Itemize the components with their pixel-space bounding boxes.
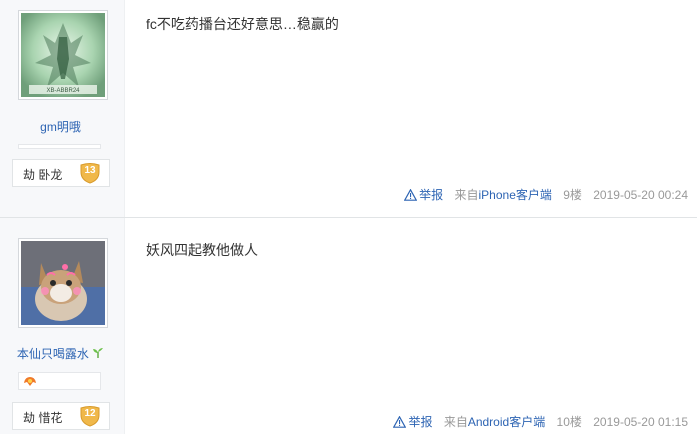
post-content: fc不吃药播台还好意思…稳赢的 (146, 16, 339, 32)
report-label: 举报 (408, 415, 433, 429)
warning-icon (393, 415, 407, 428)
post-content: 妖风四起教他做人 (146, 242, 258, 258)
sprout-icon (93, 348, 104, 358)
source-prefix: 来自 (454, 188, 479, 202)
username[interactable]: gm明哦 (0, 118, 121, 135)
level-shield-icon: 12 (79, 405, 101, 427)
post-floor-10: 本仙只喝露水 劫 惜花 12 妖风四起教他做人 举报 来自Android客户端 … (0, 218, 697, 434)
report-label: 举报 (419, 188, 444, 202)
source-prefix: 来自 (443, 415, 468, 429)
user-level-badge[interactable]: 劫 卧龙 13 (12, 159, 110, 187)
level-shield-icon: 13 (79, 162, 101, 184)
level-title: 劫 卧龙 (23, 168, 63, 182)
report-link[interactable]: 举报 (393, 414, 432, 430)
post-timestamp: 2019-05-20 00:24 (593, 188, 688, 202)
medal-icon (24, 377, 36, 386)
avatar-image: XB-ABBR24 (21, 13, 105, 97)
username-text: 本仙只喝露水 (16, 347, 89, 361)
level-title: 劫 惜花 (23, 411, 63, 425)
username[interactable]: 本仙只喝露水 (0, 345, 121, 362)
post-meta: 举报 来自iPhone客户端 9楼 2019-05-20 00:24 (403, 187, 688, 203)
post-floor-9: XB-ABBR24 gm明哦 劫 卧龙 13 fc不吃药播台还好意思…稳赢的 举… (0, 0, 697, 217)
post-meta: 举报 来自Android客户端 10楼 2019-05-20 01:15 (393, 414, 688, 430)
author-sidebar: XB-ABBR24 gm明哦 劫 卧龙 13 (0, 0, 125, 217)
avatar[interactable]: XB-ABBR24 (18, 10, 108, 100)
user-medal-bar (18, 144, 101, 149)
report-link[interactable]: 举报 (403, 187, 444, 203)
author-sidebar: 本仙只喝露水 劫 惜花 12 (0, 218, 125, 434)
user-level-badge[interactable]: 劫 惜花 12 (12, 402, 110, 430)
avatar-image (21, 241, 105, 325)
source-client-link[interactable]: iPhone客户端 (479, 187, 552, 203)
source-client-link[interactable]: Android客户端 (468, 414, 545, 430)
user-medal-bar (18, 372, 101, 390)
warning-icon (403, 188, 418, 201)
avatar-watermark: XB-ABBR24 (46, 88, 80, 94)
level-number: 13 (84, 165, 96, 176)
post-timestamp: 2019-05-20 01:15 (593, 415, 688, 429)
floor-number: 9楼 (563, 188, 582, 202)
floor-number: 10楼 (556, 415, 582, 429)
avatar[interactable] (18, 238, 108, 328)
level-number: 12 (84, 408, 96, 419)
